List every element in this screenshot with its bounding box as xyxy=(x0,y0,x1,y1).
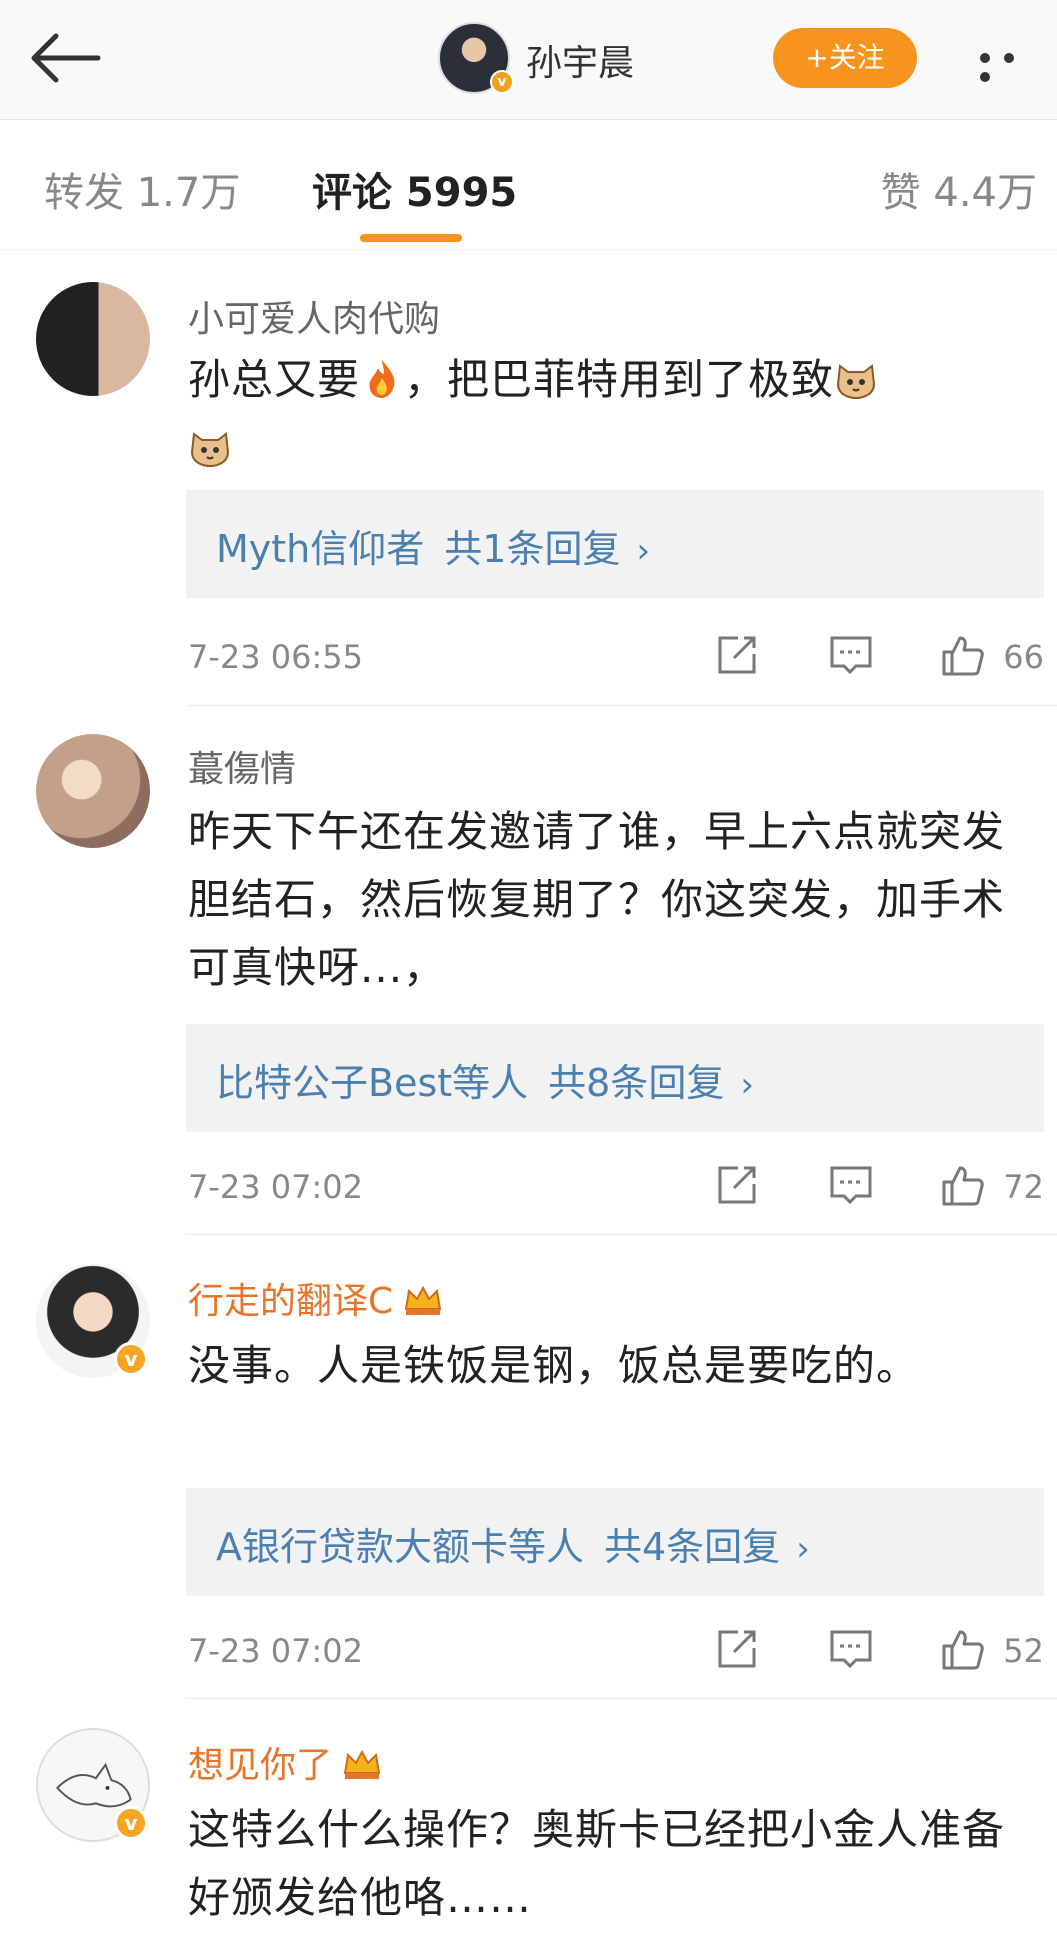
comment-time: 7-23 07:02 xyxy=(188,1168,364,1206)
reply-users[interactable]: A银行贷款大额卡等人 xyxy=(216,1525,584,1569)
comment-username[interactable]: 蕞傷情 xyxy=(188,740,296,792)
share-icon[interactable] xyxy=(714,632,760,678)
fire-emoji-icon xyxy=(369,360,395,398)
username-text[interactable]: 行走的翻译C xyxy=(188,1281,393,1322)
comment-text: 昨天下午还在发邀请了谁，早上六点就突发胆结石，然后恢复期了？你这突发，加手术可真… xyxy=(188,807,1006,992)
comment-time: 7-23 07:02 xyxy=(188,1632,364,1670)
comment-text: 孙总又要 ，把巴菲特用到了极致 xyxy=(188,346,1028,482)
tab-likes[interactable]: 赞 4.4万 xyxy=(881,160,1037,218)
top-bar: v 孙宇晨 +关注 xyxy=(0,0,1057,120)
comment-icon[interactable] xyxy=(828,632,874,678)
comment-text-part: 孙总又要 xyxy=(188,355,361,404)
author-name[interactable]: 孙宇晨 xyxy=(526,34,634,86)
comment-text-part: ，把巴菲特用到了极致 xyxy=(404,355,835,404)
share-icon[interactable] xyxy=(714,1162,760,1208)
chevron-right-icon: › xyxy=(636,531,651,571)
comment-icon[interactable] xyxy=(828,1162,874,1208)
verified-badge-icon: v xyxy=(114,1342,148,1376)
reply-summary-box[interactable]: 比特公子Best等人 共8条回复 › xyxy=(186,1024,1044,1132)
divider xyxy=(186,1234,1057,1235)
like-icon[interactable] xyxy=(940,632,986,678)
back-arrow-icon[interactable] xyxy=(28,28,108,88)
reply-summary-box[interactable]: A银行贷款大额卡等人 共4条回复 › xyxy=(186,1488,1044,1596)
username-text[interactable]: 想见你了 xyxy=(188,1745,332,1786)
divider xyxy=(186,1698,1057,1699)
more-options-icon[interactable] xyxy=(980,48,1050,82)
comment-meta: 7-23 07:02 52 xyxy=(188,1626,1044,1676)
chevron-right-icon: › xyxy=(796,1529,810,1569)
comment-username[interactable]: 想见你了 xyxy=(188,1736,382,1788)
comment-meta: 7-23 07:02 72 xyxy=(188,1162,1044,1212)
comment-username[interactable]: 小可爱人肉代购 xyxy=(188,290,440,342)
verified-badge-icon: v xyxy=(114,1806,148,1840)
comment-text: 没事。人是铁饭是钢，饭总是要吃的。 xyxy=(188,1341,920,1390)
verified-badge-icon: v xyxy=(490,70,514,94)
tab-comments[interactable]: 评论 5995 xyxy=(312,160,517,218)
reply-count[interactable]: 共1条回复 xyxy=(444,527,620,571)
reply-count[interactable]: 共8条回复 xyxy=(548,1061,724,1105)
comment-username[interactable]: 行走的翻译C xyxy=(188,1272,443,1324)
avatar[interactable] xyxy=(36,282,150,396)
avatar[interactable] xyxy=(36,734,150,848)
divider xyxy=(186,705,1057,706)
reply-users[interactable]: Myth信仰者 xyxy=(216,527,424,571)
like-count: 52 xyxy=(1003,1632,1044,1670)
like-icon[interactable] xyxy=(940,1162,986,1208)
comment-meta: 7-23 06:55 66 xyxy=(188,632,1044,682)
reply-summary-box[interactable]: Myth信仰者 共1条回复 › xyxy=(186,490,1044,598)
reply-users[interactable]: 比特公子Best等人 xyxy=(216,1061,528,1105)
like-count: 66 xyxy=(1003,638,1044,676)
tab-bar: 转发 1.7万 评论 5995 赞 4.4万 xyxy=(0,120,1057,250)
vip-crown-icon xyxy=(404,1285,442,1315)
reply-count[interactable]: 共4条回复 xyxy=(604,1525,780,1569)
cat-emoji-icon xyxy=(190,432,230,468)
like-icon[interactable] xyxy=(940,1626,986,1672)
active-tab-indicator xyxy=(360,234,462,242)
share-icon[interactable] xyxy=(714,1626,760,1672)
chevron-right-icon: › xyxy=(740,1065,754,1105)
cat-emoji-icon xyxy=(837,364,876,400)
tab-forwards[interactable]: 转发 1.7万 xyxy=(44,160,240,218)
comment-icon[interactable] xyxy=(828,1626,874,1672)
follow-button[interactable]: +关注 xyxy=(773,28,917,88)
like-count: 72 xyxy=(1003,1168,1044,1206)
comment-time: 7-23 06:55 xyxy=(188,638,364,676)
vip-crown-icon xyxy=(343,1749,381,1779)
comment-text: 这特么什么操作？奥斯卡已经把小金人准备好颁发给他咯…… xyxy=(188,1805,1006,1922)
